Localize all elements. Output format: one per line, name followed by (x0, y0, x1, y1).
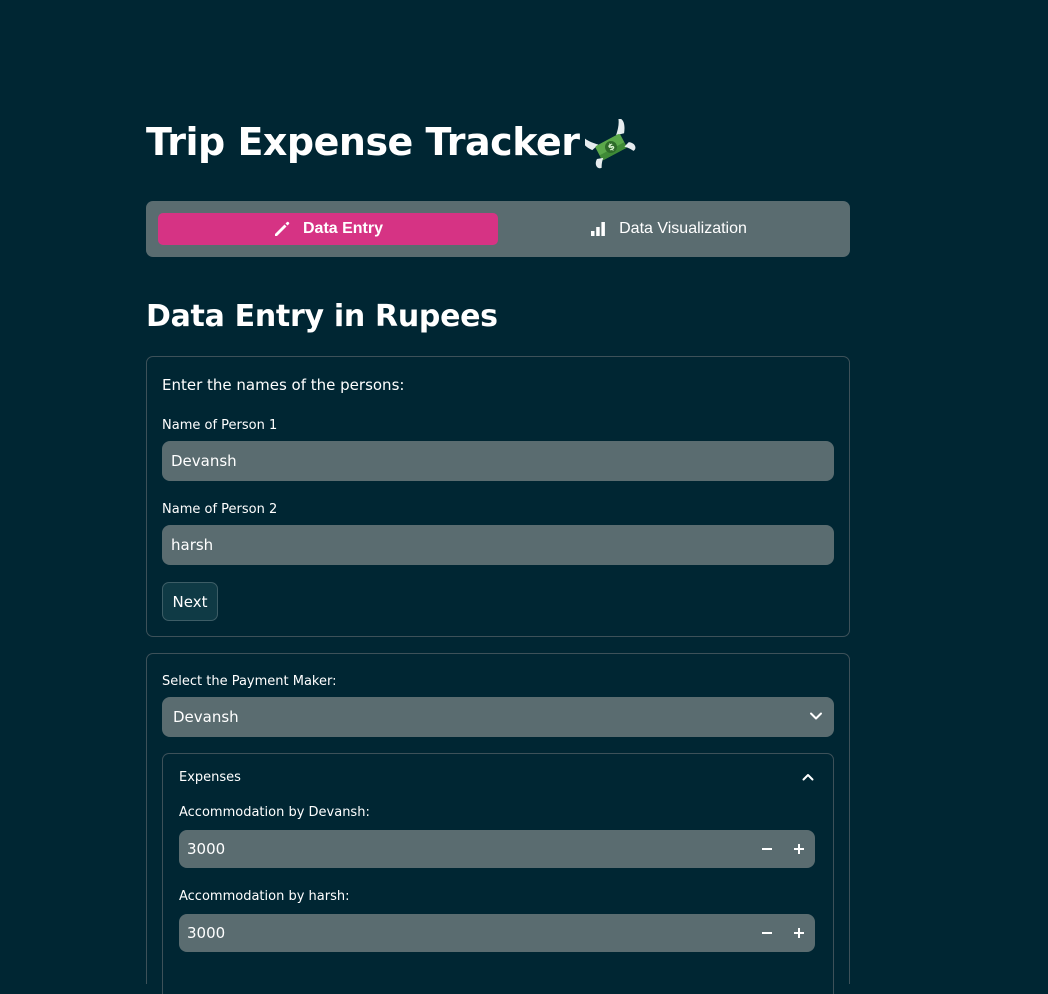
accommodation-harsh-input[interactable]: 3000 (179, 914, 815, 952)
accommodation-harsh-value: 3000 (187, 924, 226, 942)
accommodation-harsh-label: Accommodation by harsh: (179, 889, 350, 904)
increment-button[interactable] (783, 914, 815, 952)
payment-form-card: Select the Payment Maker: Devansh Expens… (146, 653, 850, 994)
payment-maker-select[interactable]: Devansh (162, 697, 834, 737)
tab-data-visualization-label: Data Visualization (619, 220, 747, 237)
payment-maker-label: Select the Payment Maker: (162, 674, 337, 689)
names-prompt: Enter the names of the persons: (162, 376, 405, 394)
increment-button[interactable] (783, 830, 815, 868)
tab-data-visualization[interactable]: Data Visualization (498, 213, 838, 245)
pencil-icon (273, 220, 291, 238)
minus-icon (761, 924, 773, 943)
tab-data-entry[interactable]: Data Entry (158, 213, 498, 245)
person2-label: Name of Person 2 (162, 502, 278, 517)
expenses-expander-header[interactable]: Expenses (163, 754, 833, 800)
payment-maker-value: Devansh (173, 708, 239, 726)
plus-icon (793, 924, 805, 943)
page-title-text: Trip Expense Tracker (146, 120, 580, 164)
accommodation-devansh-input[interactable]: 3000 (179, 830, 815, 868)
decrement-button[interactable] (751, 914, 783, 952)
accommodation-devansh-value: 3000 (187, 840, 226, 858)
tab-bar: Data Entry Data Visualization (146, 201, 850, 257)
person1-label: Name of Person 1 (162, 418, 278, 433)
page-title: Trip Expense Tracker $ (146, 116, 637, 171)
minus-icon (761, 840, 773, 859)
names-form-card: Enter the names of the persons: Name of … (146, 356, 850, 637)
expenses-expander-title: Expenses (179, 770, 241, 785)
next-button[interactable]: Next (162, 582, 218, 621)
tab-data-entry-label: Data Entry (302, 220, 384, 237)
accommodation-devansh-label: Accommodation by Devansh: (179, 805, 370, 820)
person1-name-input[interactable] (162, 441, 834, 481)
money-with-wings-icon: $ (582, 117, 637, 171)
section-heading: Data Entry in Rupees (146, 299, 498, 334)
chevron-up-icon (801, 769, 815, 788)
decrement-button[interactable] (751, 830, 783, 868)
bar-chart-icon (589, 220, 607, 238)
plus-icon (793, 840, 805, 859)
person2-name-input[interactable] (162, 525, 834, 565)
chevron-down-icon (809, 708, 823, 727)
expenses-expander: Expenses Accommodation by Devansh: 3000 (162, 753, 834, 994)
